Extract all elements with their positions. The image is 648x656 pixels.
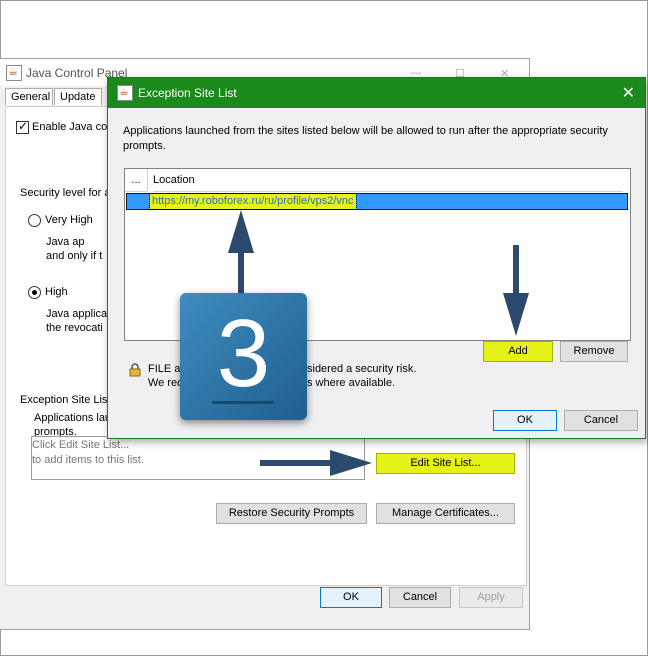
- arrow-up-shaft: [238, 248, 244, 296]
- arrow-right-head: [330, 450, 372, 476]
- arrow-down-head: [503, 293, 529, 336]
- arrow-right-shaft: [260, 460, 338, 466]
- tutorial-arrows: [228, 210, 529, 476]
- step-badge: 3: [180, 293, 307, 420]
- step-badge-underline: [212, 401, 274, 404]
- arrow-up-head: [228, 210, 254, 253]
- step-number: 3: [216, 300, 271, 407]
- arrow-down-shaft: [513, 245, 519, 299]
